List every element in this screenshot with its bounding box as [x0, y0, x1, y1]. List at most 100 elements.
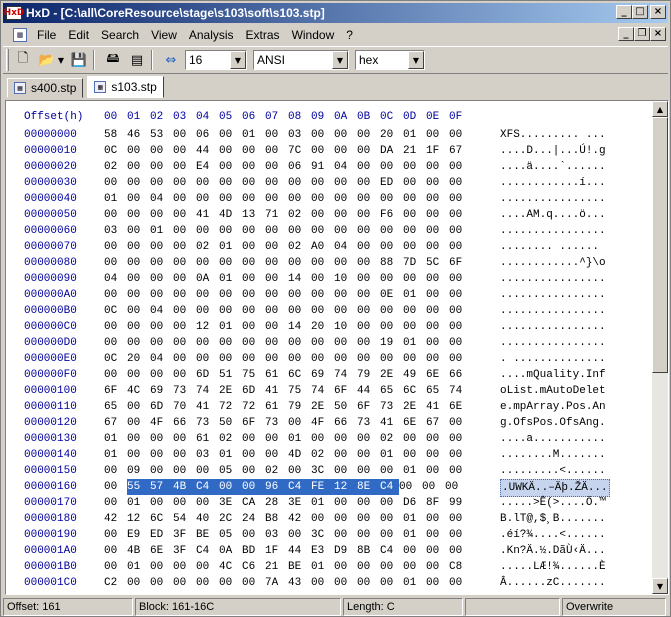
hex-byte[interactable]: 00 [311, 127, 334, 143]
hex-byte[interactable]: 00 [334, 143, 357, 159]
hex-byte[interactable]: 00 [311, 287, 334, 303]
hex-byte[interactable]: 4B [127, 543, 150, 559]
hex-byte[interactable]: 00 [242, 143, 265, 159]
hex-byte[interactable]: 91 [311, 159, 334, 175]
hex-byte[interactable]: 00 [449, 207, 472, 223]
hex-byte[interactable]: 09 [127, 463, 150, 479]
row-ascii[interactable]: ................ [500, 223, 606, 239]
document-menu-icon[interactable]: ▦ [13, 28, 27, 42]
hex-byte[interactable]: 05 [219, 463, 242, 479]
hex-byte[interactable]: 00 [426, 191, 449, 207]
hex-byte[interactable]: 00 [173, 367, 196, 383]
hex-byte[interactable]: 00 [104, 239, 127, 255]
hex-byte[interactable]: 00 [426, 287, 449, 303]
hex-byte[interactable]: 00 [311, 575, 334, 591]
hex-byte[interactable]: 00 [265, 191, 288, 207]
hex-byte[interactable]: 00 [380, 559, 403, 575]
hex-byte[interactable]: 00 [173, 255, 196, 271]
hex-byte[interactable]: 02 [311, 447, 334, 463]
hex-byte[interactable]: 00 [380, 191, 403, 207]
hex-byte[interactable]: 01 [403, 127, 426, 143]
offset-base-select[interactable]: hex ▼ [355, 50, 425, 70]
hex-byte[interactable]: 00 [357, 191, 380, 207]
hex-byte[interactable]: D6 [403, 495, 426, 511]
hex-byte[interactable]: 00 [380, 511, 403, 527]
hex-byte[interactable]: 21 [265, 559, 288, 575]
hex-byte[interactable]: E9 [127, 527, 150, 543]
hex-byte[interactable]: 00 [242, 191, 265, 207]
hex-byte[interactable]: 28 [265, 495, 288, 511]
hex-byte[interactable]: 00 [196, 495, 219, 511]
hex-byte[interactable]: 00 [104, 255, 127, 271]
hex-byte[interactable]: 3F [173, 543, 196, 559]
row-ascii[interactable]: . .............. [500, 351, 606, 367]
hex-byte[interactable]: 00 [219, 143, 242, 159]
hex-byte[interactable]: 3E [219, 495, 242, 511]
hex-byte[interactable]: 00 [334, 287, 357, 303]
hex-byte[interactable]: 6C [403, 383, 426, 399]
save-icon[interactable]: 💾 [69, 50, 89, 70]
hex-byte[interactable]: 02 [288, 239, 311, 255]
hex-byte[interactable]: 00 [334, 223, 357, 239]
hex-byte[interactable]: 00 [173, 191, 196, 207]
hex-byte[interactable]: C6 [242, 559, 265, 575]
hex-byte[interactable]: 00 [196, 335, 219, 351]
hex-byte[interactable]: C8 [449, 559, 472, 575]
hex-byte[interactable]: 4C [219, 559, 242, 575]
title-bar[interactable]: HxD HxD - [C:\all\CoreResource\stage\s10… [3, 3, 668, 23]
hex-byte[interactable]: 40 [196, 511, 219, 527]
hex-byte[interactable]: 00 [265, 127, 288, 143]
row-ascii[interactable]: ............í... [500, 175, 606, 191]
hex-byte[interactable]: 00 [426, 527, 449, 543]
hex-byte[interactable]: 00 [426, 511, 449, 527]
toolbar-grip[interactable] [6, 49, 9, 71]
hex-byte[interactable]: 71 [265, 207, 288, 223]
hex-byte[interactable]: 00 [449, 575, 472, 591]
row-ascii[interactable]: ....a........... [500, 431, 606, 447]
hex-byte[interactable]: 00 [173, 447, 196, 463]
row-ascii[interactable]: Â......zC....... [500, 575, 606, 591]
hex-byte[interactable]: 01 [403, 527, 426, 543]
hex-byte[interactable]: 00 [311, 303, 334, 319]
hex-byte[interactable]: 5C [426, 255, 449, 271]
hex-byte[interactable]: 00 [104, 319, 127, 335]
hex-byte[interactable]: 6D [242, 383, 265, 399]
hex-byte[interactable]: 12 [334, 479, 357, 495]
hex-byte[interactable]: 73 [380, 399, 403, 415]
row-ascii[interactable]: B.lT@,$¸B....... [500, 511, 606, 527]
hex-byte[interactable]: 00 [127, 319, 150, 335]
hex-byte[interactable]: 00 [265, 447, 288, 463]
hex-byte[interactable]: 00 [265, 159, 288, 175]
hex-byte[interactable]: 00 [357, 159, 380, 175]
hex-byte[interactable]: 00 [242, 319, 265, 335]
hex-byte[interactable]: 00 [196, 223, 219, 239]
hex-byte[interactable]: 00 [311, 335, 334, 351]
hex-byte[interactable]: 00 [288, 415, 311, 431]
row-ascii[interactable]: e.mpArray.Pos.An [500, 399, 606, 415]
hex-byte[interactable]: 00 [242, 287, 265, 303]
hex-byte[interactable]: 00 [403, 447, 426, 463]
hex-byte[interactable]: 00 [288, 175, 311, 191]
row-ascii[interactable]: ................ [500, 319, 606, 335]
hex-byte[interactable]: 2E [380, 367, 403, 383]
hex-byte[interactable]: 74 [196, 383, 219, 399]
hex-byte[interactable]: 6F [449, 255, 472, 271]
hex-byte[interactable]: C4 [196, 479, 219, 495]
hex-byte[interactable]: 00 [104, 527, 127, 543]
hex-byte[interactable]: 00 [127, 207, 150, 223]
hex-byte[interactable]: 00 [334, 351, 357, 367]
hex-byte[interactable]: 00 [426, 303, 449, 319]
hex-byte[interactable]: 44 [196, 143, 219, 159]
hex-byte[interactable]: 00 [265, 255, 288, 271]
row-ascii[interactable]: .....>Ê(>....Ö.™ [500, 495, 606, 511]
hex-byte[interactable]: 01 [403, 335, 426, 351]
hex-byte[interactable]: 2E [219, 383, 242, 399]
hex-byte[interactable]: 00 [219, 159, 242, 175]
hex-byte[interactable]: 00 [449, 223, 472, 239]
hex-byte[interactable]: 00 [265, 271, 288, 287]
hex-byte[interactable]: 00 [150, 575, 173, 591]
hex-byte[interactable]: 04 [150, 351, 173, 367]
hex-byte[interactable]: 0A [219, 543, 242, 559]
hex-byte[interactable]: 73 [357, 415, 380, 431]
hex-byte[interactable]: 00 [265, 175, 288, 191]
